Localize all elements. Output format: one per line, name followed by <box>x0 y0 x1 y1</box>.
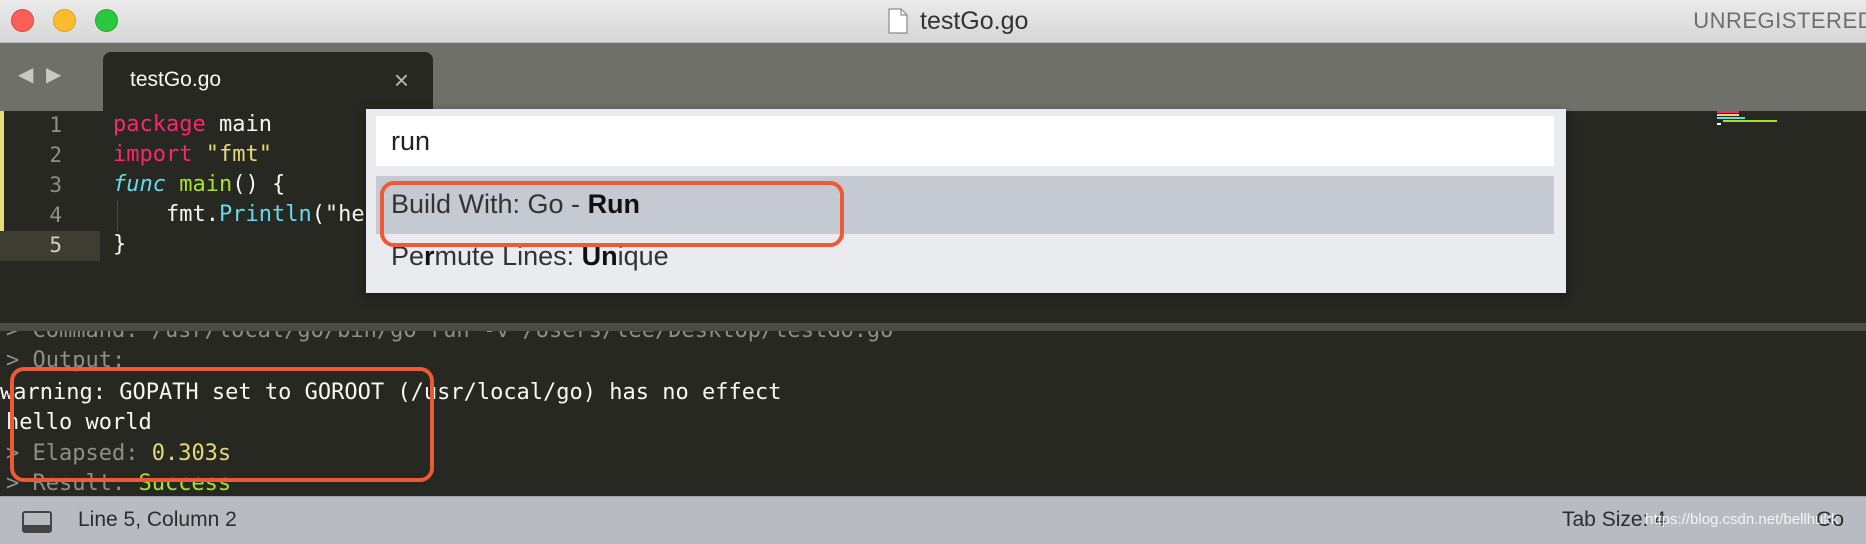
code-text: import "fmt" <box>113 142 272 167</box>
window-close-button[interactable] <box>11 9 34 32</box>
tab-close-icon[interactable]: × <box>394 65 409 96</box>
code-token: import <box>113 142 193 167</box>
highlight-build-run <box>380 181 844 247</box>
cursor-position: Line 5, Column 2 <box>78 508 237 531</box>
code-token: Println <box>218 202 312 227</box>
code-token: } <box>113 232 127 257</box>
window-title-text: testGo.go <box>920 6 1029 35</box>
output-segment: > Command: /usr/local/go/bin/go run -v /… <box>6 331 893 343</box>
tab-forward-icon[interactable]: ▶ <box>46 65 61 85</box>
output-panel-toggle-icon[interactable] <box>22 511 52 533</box>
modified-marker <box>0 171 4 201</box>
code-text: } <box>113 232 126 257</box>
line-number: 1 <box>49 113 62 137</box>
tab-bar: ◀ ▶ testGo.go × <box>0 43 1866 111</box>
code-text: func main() { <box>113 172 285 197</box>
code-token: ("he <box>311 202 365 227</box>
minimap[interactable] <box>1717 111 1807 127</box>
gutter: 3 <box>0 171 100 201</box>
modified-marker <box>0 111 4 141</box>
tab-back-icon[interactable]: ◀ <box>18 65 33 85</box>
gutter: 5 <box>0 231 100 261</box>
panel-divider[interactable] <box>0 323 1866 331</box>
code-text: package main <box>113 112 272 137</box>
status-bar: Line 5, Column 2 Tab Size: 4 Go https://… <box>0 496 1866 544</box>
line-number: 3 <box>49 173 62 197</box>
window-zoom-button[interactable] <box>95 9 118 32</box>
highlight-output <box>10 367 434 482</box>
watermark: https://blog.csdn.net/bellhukk <box>1645 511 1839 528</box>
line-number: 5 <box>49 233 62 257</box>
unregistered-label: UNREGISTERED <box>1693 8 1866 33</box>
command-palette-input[interactable] <box>376 116 1554 166</box>
code-token: fmt. <box>113 202 219 227</box>
code-token: package <box>113 112 206 137</box>
line-number: 4 <box>49 203 62 227</box>
title-bar: testGo.go UNREGISTERED <box>0 0 1866 43</box>
code-token: func <box>113 172 166 197</box>
window-minimize-button[interactable] <box>53 9 76 32</box>
tab-testgo[interactable]: testGo.go × <box>103 52 433 111</box>
modified-marker <box>0 201 4 231</box>
gutter: 2 <box>0 141 100 171</box>
line-number: 2 <box>49 143 62 167</box>
document-icon <box>888 8 908 34</box>
code-token: "fmt" <box>205 142 272 167</box>
output-line: > Command: /usr/local/go/bin/go run -v /… <box>6 331 893 343</box>
modified-marker <box>0 141 4 171</box>
code-token: main <box>205 112 272 137</box>
tab-label: testGo.go <box>130 68 222 91</box>
gutter: 1 <box>0 111 100 141</box>
code-token: main <box>179 172 233 197</box>
window-title: testGo.go <box>888 6 1028 36</box>
code-text: fmt.Println("he <box>113 202 365 227</box>
gutter: 4 <box>0 201 100 231</box>
code-token: () { <box>232 172 286 197</box>
